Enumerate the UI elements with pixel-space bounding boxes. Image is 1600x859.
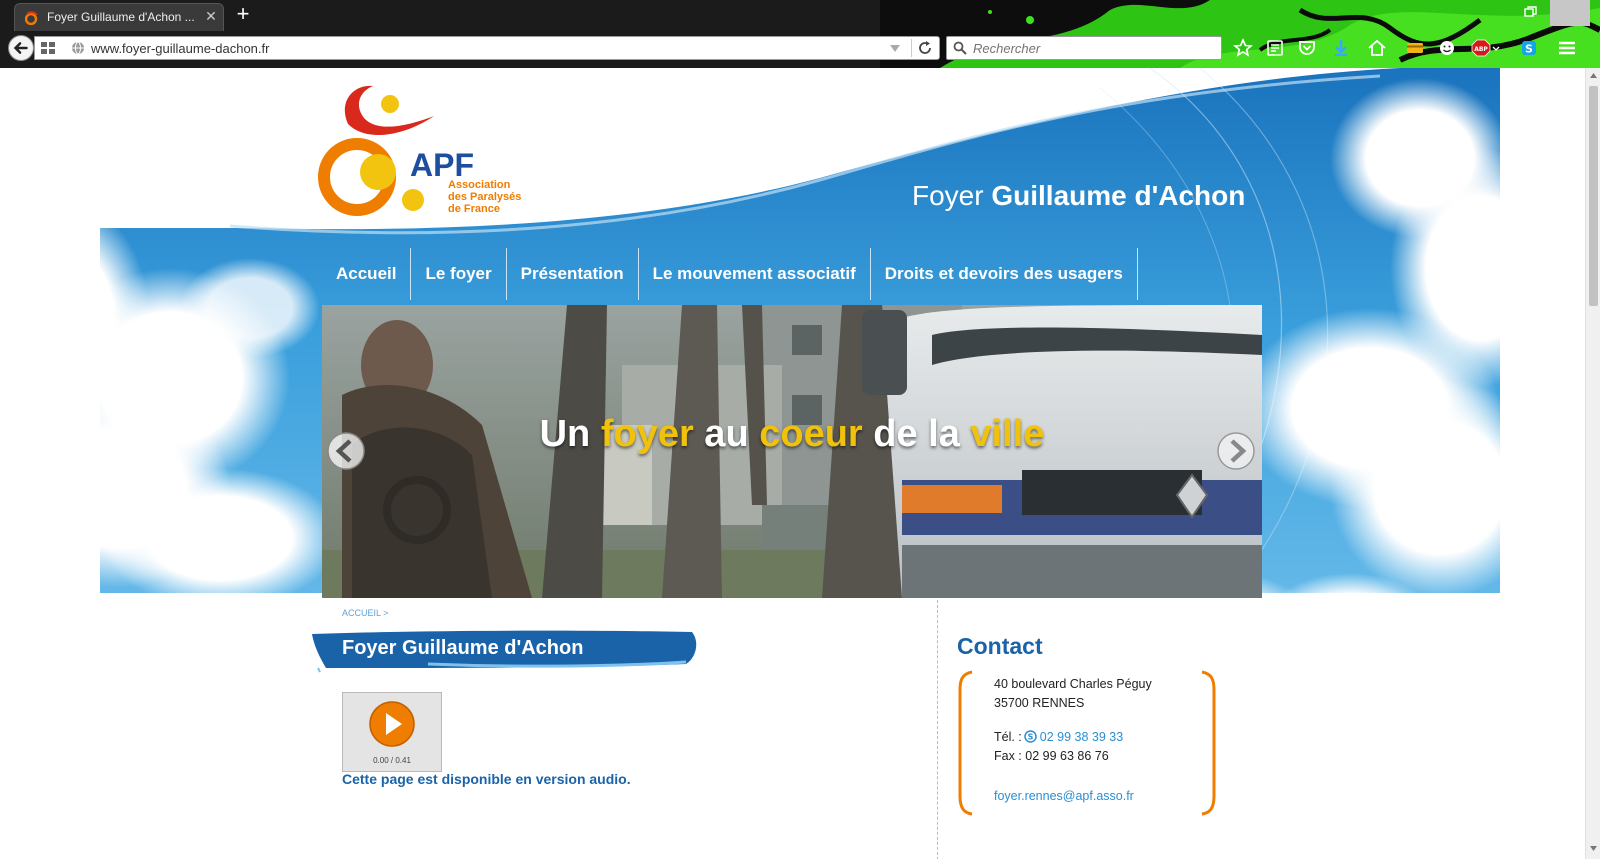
window-close-button[interactable] xyxy=(1550,0,1590,26)
search-icon xyxy=(953,41,967,55)
search-bar[interactable] xyxy=(946,36,1222,60)
contact-phone-link[interactable]: 02 99 38 39 33 xyxy=(1040,730,1123,744)
caption-word-highlight: foyer xyxy=(600,413,694,455)
nav-item-droits-devoirs[interactable]: Droits et devoirs des usagers xyxy=(871,248,1138,300)
scroll-up-arrow-icon[interactable] xyxy=(1589,71,1598,80)
svg-text:ABP: ABP xyxy=(1474,46,1488,53)
play-button-icon[interactable] xyxy=(368,700,416,748)
image-slider: Un foyer au coeur de la ville xyxy=(322,305,1262,598)
navigation-toolbar: www.foyer-guillaume-dachon.fr Rechercher… xyxy=(0,32,1600,68)
nav-item-accueil[interactable]: Accueil xyxy=(322,248,412,300)
reading-list-icon[interactable] xyxy=(1264,37,1286,59)
url-text: www.foyer-guillaume-dachon.fr xyxy=(91,41,270,56)
search-input[interactable] xyxy=(973,37,1213,59)
back-button[interactable] xyxy=(8,35,34,61)
skype-icon[interactable]: S xyxy=(1518,37,1540,59)
bookmark-star-icon[interactable] xyxy=(1232,37,1254,59)
menu-icon[interactable] xyxy=(1556,37,1578,59)
contact-phone-line: Tél. : S 02 99 38 39 33 xyxy=(994,730,1124,744)
new-tab-icon[interactable]: + xyxy=(232,3,254,25)
contact-heading: Contact xyxy=(957,633,1043,659)
download-icon[interactable] xyxy=(1330,37,1352,59)
history-dropdown-icon[interactable] xyxy=(889,43,901,53)
home-icon[interactable] xyxy=(1366,37,1388,59)
window-restore-icon[interactable] xyxy=(1524,6,1538,18)
tab-close-icon[interactable]: ✕ xyxy=(203,8,219,24)
browser-tab[interactable]: Foyer Guillaume d'Achon ... ✕ xyxy=(14,3,224,31)
slide-caption: Un foyer au coeur de la ville xyxy=(322,413,1262,456)
contact-email-link[interactable]: foyer.rennes@apf.asso.fr xyxy=(994,789,1134,803)
player-time: 0.00 / 0.41 xyxy=(373,756,411,765)
nav-item-mouvement-associatif[interactable]: Le mouvement associatif xyxy=(639,248,871,300)
skype-call-icon[interactable]: S xyxy=(1024,730,1037,743)
apf-favicon-icon xyxy=(25,11,38,25)
url-bar[interactable]: www.foyer-guillaume-dachon.fr xyxy=(34,36,940,60)
nav-item-le-foyer[interactable]: Le foyer xyxy=(411,248,507,300)
extension-card-icon[interactable] xyxy=(1404,37,1426,59)
page-scrollbar[interactable] xyxy=(1585,68,1600,859)
smiley-icon[interactable] xyxy=(1436,37,1458,59)
adblock-plus-icon[interactable]: ABP xyxy=(1470,37,1500,59)
svg-text:S: S xyxy=(1525,43,1533,56)
audio-player: 0.00 / 0.41 xyxy=(342,692,442,772)
column-divider xyxy=(937,600,938,859)
scrollbar-thumb[interactable] xyxy=(1589,86,1598,306)
page-title: Foyer Guillaume d'Achon xyxy=(342,637,584,659)
site-title: Foyer Guillaume d'Achon xyxy=(912,180,1246,211)
audio-note: Cette page est disponible en version aud… xyxy=(342,771,631,787)
contact-address-street: 40 boulevard Charles Péguy xyxy=(994,677,1152,691)
tab-groups-icon[interactable] xyxy=(41,42,55,54)
caption-word: au xyxy=(693,413,760,455)
logo-tagline: Association des Paralysés de France xyxy=(448,179,522,215)
main-nav: Accueil Le foyer Présentation Le mouveme… xyxy=(322,248,1138,300)
nav-item-presentation[interactable]: Présentation xyxy=(507,248,639,300)
reload-icon[interactable] xyxy=(911,39,939,57)
caption-word: Un xyxy=(539,413,601,455)
scroll-down-arrow-icon[interactable] xyxy=(1589,844,1598,853)
contact-box: 40 boulevard Charles Péguy 35700 RENNES … xyxy=(958,670,1216,816)
caption-word: de la xyxy=(862,413,971,455)
contact-address-city: 35700 RENNES xyxy=(994,696,1085,710)
slide-next-arrow-icon[interactable] xyxy=(1216,431,1256,471)
web-page: APF Association des Paralysés de France … xyxy=(0,68,1585,859)
browser-chrome: Foyer Guillaume d'Achon ... ✕ + www.foye… xyxy=(0,0,1600,68)
pocket-icon[interactable] xyxy=(1296,37,1318,59)
tab-title: Foyer Guillaume d'Achon ... xyxy=(47,10,195,24)
caption-word-highlight: coeur xyxy=(759,413,863,455)
globe-icon xyxy=(72,41,84,55)
breadcrumb[interactable]: ACCUEIL > xyxy=(342,608,388,618)
contact-fax: Fax : 02 99 63 86 76 xyxy=(994,749,1109,763)
caption-word-highlight: ville xyxy=(970,413,1045,455)
slide-prev-arrow-icon[interactable] xyxy=(326,431,366,471)
svg-text:S: S xyxy=(1027,733,1033,742)
